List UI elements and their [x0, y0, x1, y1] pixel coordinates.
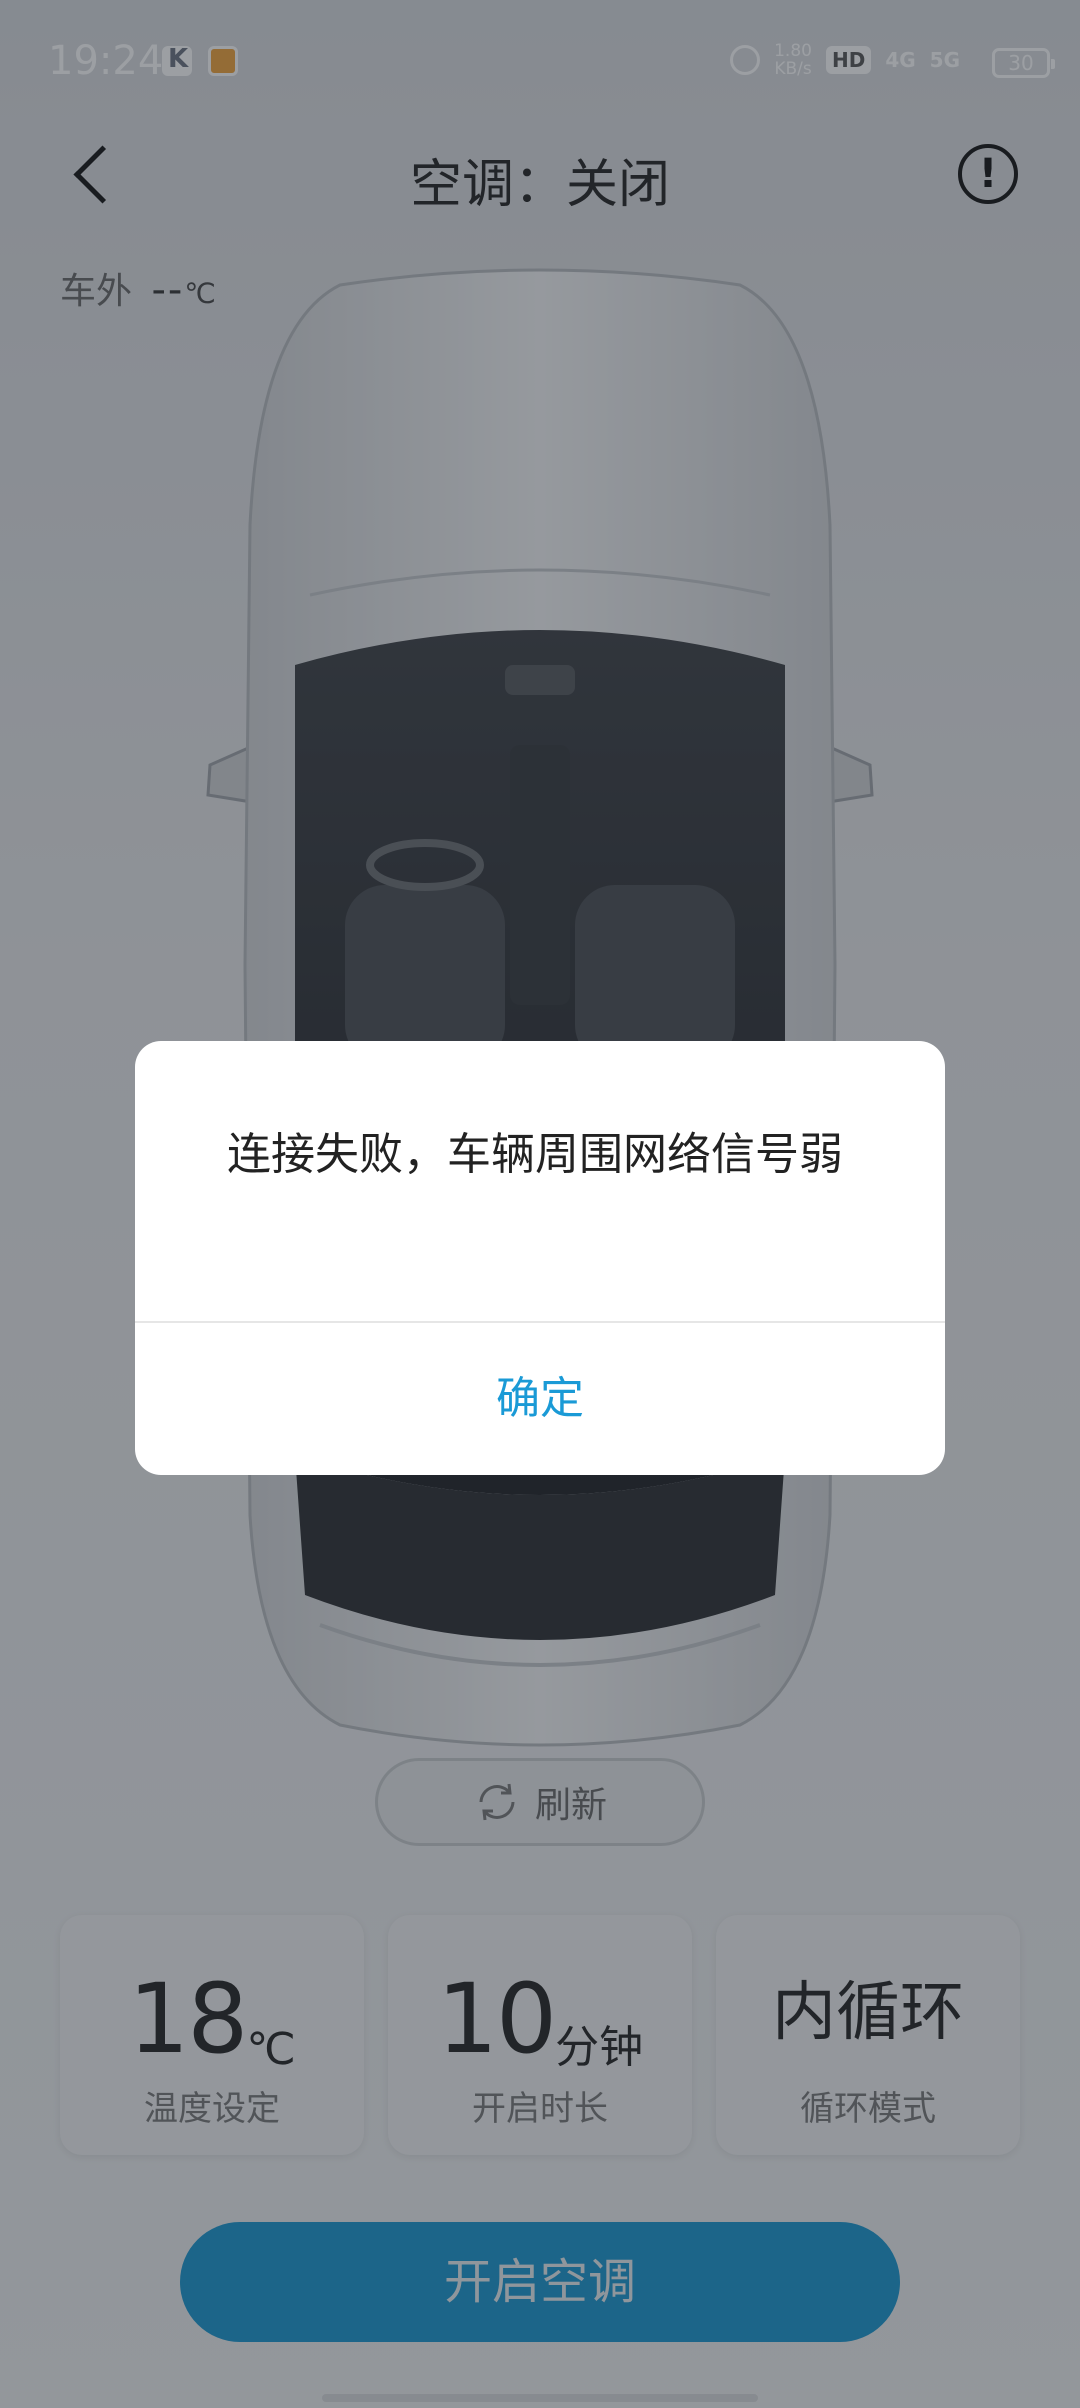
- connection-failed-dialog: 连接失败，车辆周围网络信号弱 确定: [135, 1041, 945, 1475]
- confirm-button[interactable]: 确定: [135, 1323, 945, 1475]
- dialog-message: 连接失败，车辆周围网络信号弱: [227, 1129, 843, 1180]
